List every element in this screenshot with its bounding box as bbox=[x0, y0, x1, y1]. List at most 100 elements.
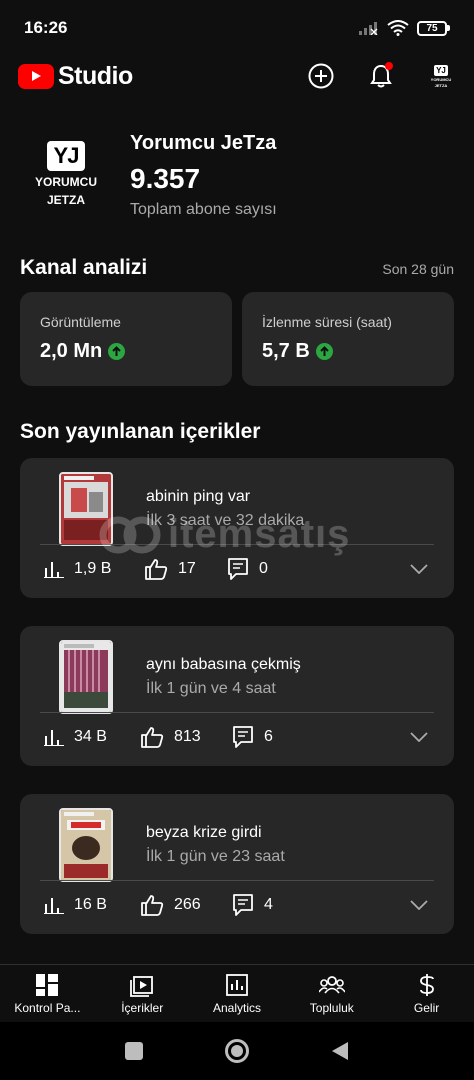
wifi-icon bbox=[387, 20, 409, 36]
signal-icon bbox=[359, 22, 378, 35]
nav-label: Topluluk bbox=[309, 1000, 354, 1015]
header-actions: YJ YORUMCU JETZA bbox=[306, 61, 456, 91]
recent-title: Son yayınlanan içerikler bbox=[20, 420, 261, 443]
subscriber-count: 9.357 bbox=[130, 163, 201, 194]
notifications-button[interactable] bbox=[366, 61, 396, 91]
likes-count: 813 bbox=[174, 728, 201, 745]
analytics-header: Kanal analizi Son 28 gün bbox=[20, 256, 454, 280]
channel-avatar-line-2: JETZA bbox=[46, 193, 85, 207]
comments-count: 4 bbox=[264, 896, 273, 913]
nav-label: Kontrol Pa... bbox=[14, 1000, 81, 1015]
recents-button[interactable] bbox=[125, 1042, 143, 1060]
comments-metric: 6 bbox=[232, 725, 273, 749]
channel-info: Yorumcu JeTza 9.357 Toplam abone sayısı bbox=[130, 128, 277, 228]
account-avatar-line-1: YORUMCU bbox=[430, 76, 452, 82]
nav-dashboard[interactable]: Kontrol Pa... bbox=[0, 965, 95, 1022]
comment-icon bbox=[228, 558, 248, 580]
thumbs-up-icon bbox=[145, 559, 168, 580]
views-count: 1,9 B bbox=[74, 560, 112, 577]
analytics-title: Kanal analizi bbox=[20, 256, 148, 279]
dollar-icon bbox=[419, 973, 434, 996]
card-divider bbox=[40, 544, 434, 545]
back-button[interactable] bbox=[331, 1041, 349, 1061]
video-time: İlk 3 saat ve 32 dakika bbox=[146, 512, 305, 529]
brand-text: Studio bbox=[58, 61, 133, 90]
create-button[interactable] bbox=[306, 61, 336, 91]
video-title: abinin ping var bbox=[146, 488, 251, 505]
status-bar: 16:26 75 bbox=[0, 0, 474, 56]
content-card[interactable]: beyza krize girdi İlk 1 gün ve 23 saat 1… bbox=[20, 794, 454, 934]
subscriber-label: Toplam abone sayısı bbox=[130, 201, 277, 218]
comment-icon bbox=[233, 726, 253, 748]
watch-time-card[interactable]: İzlenme süresi (saat) 5,7 B bbox=[242, 292, 454, 386]
views-metric: 34 B bbox=[44, 728, 140, 746]
channel-summary: YJ YORUMCU JETZA Yorumcu JeTza 9.357 Top… bbox=[20, 128, 454, 228]
likes-metric: 266 bbox=[140, 894, 232, 916]
video-metrics: 16 B 266 4 bbox=[44, 892, 434, 918]
comments-count: 0 bbox=[259, 560, 268, 577]
nav-label: İçerikler bbox=[121, 1000, 164, 1015]
battery-level: 75 bbox=[417, 20, 447, 36]
channel-avatar-line-1: YORUMCU bbox=[35, 175, 97, 189]
thumbs-up-icon bbox=[141, 895, 164, 916]
chevron-down-icon[interactable] bbox=[410, 564, 428, 574]
recent-header: Son yayınlanan içerikler bbox=[20, 420, 454, 444]
video-time: İlk 1 gün ve 4 saat bbox=[146, 680, 276, 697]
nav-label: Gelir bbox=[413, 1000, 440, 1015]
nav-content[interactable]: İçerikler bbox=[95, 965, 190, 1022]
home-button[interactable] bbox=[225, 1039, 249, 1063]
analytics-icon bbox=[226, 973, 248, 996]
card-divider bbox=[40, 712, 434, 713]
thumbs-up-icon bbox=[141, 727, 164, 748]
dashboard-icon bbox=[36, 973, 59, 996]
notification-dot bbox=[385, 62, 393, 70]
video-metrics: 34 B 813 6 bbox=[44, 724, 434, 750]
youtube-play-icon bbox=[18, 63, 54, 89]
stat-value: 5,7 B bbox=[262, 340, 310, 362]
channel-avatar-initials: YJ bbox=[46, 141, 86, 171]
stat-value: 2,0 Mn bbox=[40, 340, 103, 362]
nav-earn[interactable]: Gelir bbox=[379, 965, 474, 1022]
video-thumbnail[interactable] bbox=[59, 472, 113, 546]
status-icons: 75 bbox=[359, 20, 450, 36]
likes-count: 17 bbox=[178, 560, 196, 577]
analytics-period[interactable]: Son 28 gün bbox=[382, 261, 454, 277]
video-time: İlk 1 gün ve 23 saat bbox=[146, 848, 285, 865]
trend-up-icon bbox=[108, 343, 126, 360]
bar-chart-icon bbox=[44, 562, 64, 578]
nav-analytics[interactable]: Analytics bbox=[190, 965, 285, 1022]
system-nav bbox=[0, 1022, 474, 1080]
chevron-down-icon[interactable] bbox=[410, 732, 428, 742]
community-icon bbox=[318, 975, 345, 994]
studio-logo[interactable]: Studio bbox=[18, 62, 133, 91]
channel-name: Yorumcu JeTza bbox=[130, 132, 277, 154]
views-count: 16 B bbox=[74, 896, 107, 913]
views-count: 34 B bbox=[74, 728, 107, 745]
nav-community[interactable]: Topluluk bbox=[284, 965, 379, 1022]
views-metric: 16 B bbox=[44, 896, 140, 914]
comments-count: 6 bbox=[264, 728, 273, 745]
account-avatar-line-2: JETZA bbox=[434, 82, 448, 88]
video-title: aynı babasına çekmiş bbox=[146, 656, 301, 673]
account-avatar-initials: YJ bbox=[434, 64, 448, 76]
video-title: beyza krize girdi bbox=[146, 824, 262, 841]
bottom-nav: Kontrol Pa... İçerikler Analytics Toplul… bbox=[0, 964, 474, 1022]
nav-label: Analytics bbox=[212, 1000, 261, 1015]
video-metrics: 1,9 B 17 0 bbox=[44, 556, 434, 582]
app-header: Studio YJ YORUMCU JETZA bbox=[0, 56, 474, 96]
chevron-down-icon[interactable] bbox=[410, 900, 428, 910]
battery-icon: 75 bbox=[417, 20, 450, 36]
comments-metric: 0 bbox=[227, 557, 268, 581]
comments-metric: 4 bbox=[232, 893, 273, 917]
account-avatar[interactable]: YJ YORUMCU JETZA bbox=[426, 61, 456, 91]
content-card[interactable]: aynı babasına çekmiş İlk 1 gün ve 4 saat… bbox=[20, 626, 454, 766]
video-thumbnail[interactable] bbox=[59, 808, 113, 882]
bar-chart-icon bbox=[44, 730, 64, 746]
video-thumbnail[interactable] bbox=[59, 640, 113, 714]
channel-avatar[interactable]: YJ YORUMCU JETZA bbox=[20, 128, 112, 220]
views-card[interactable]: Görüntüleme 2,0 Mn bbox=[20, 292, 232, 386]
content-card[interactable]: abinin ping var İlk 3 saat ve 32 dakika … bbox=[20, 458, 454, 598]
trend-up-icon bbox=[315, 343, 333, 360]
views-metric: 1,9 B bbox=[44, 560, 144, 578]
likes-metric: 17 bbox=[144, 558, 227, 580]
